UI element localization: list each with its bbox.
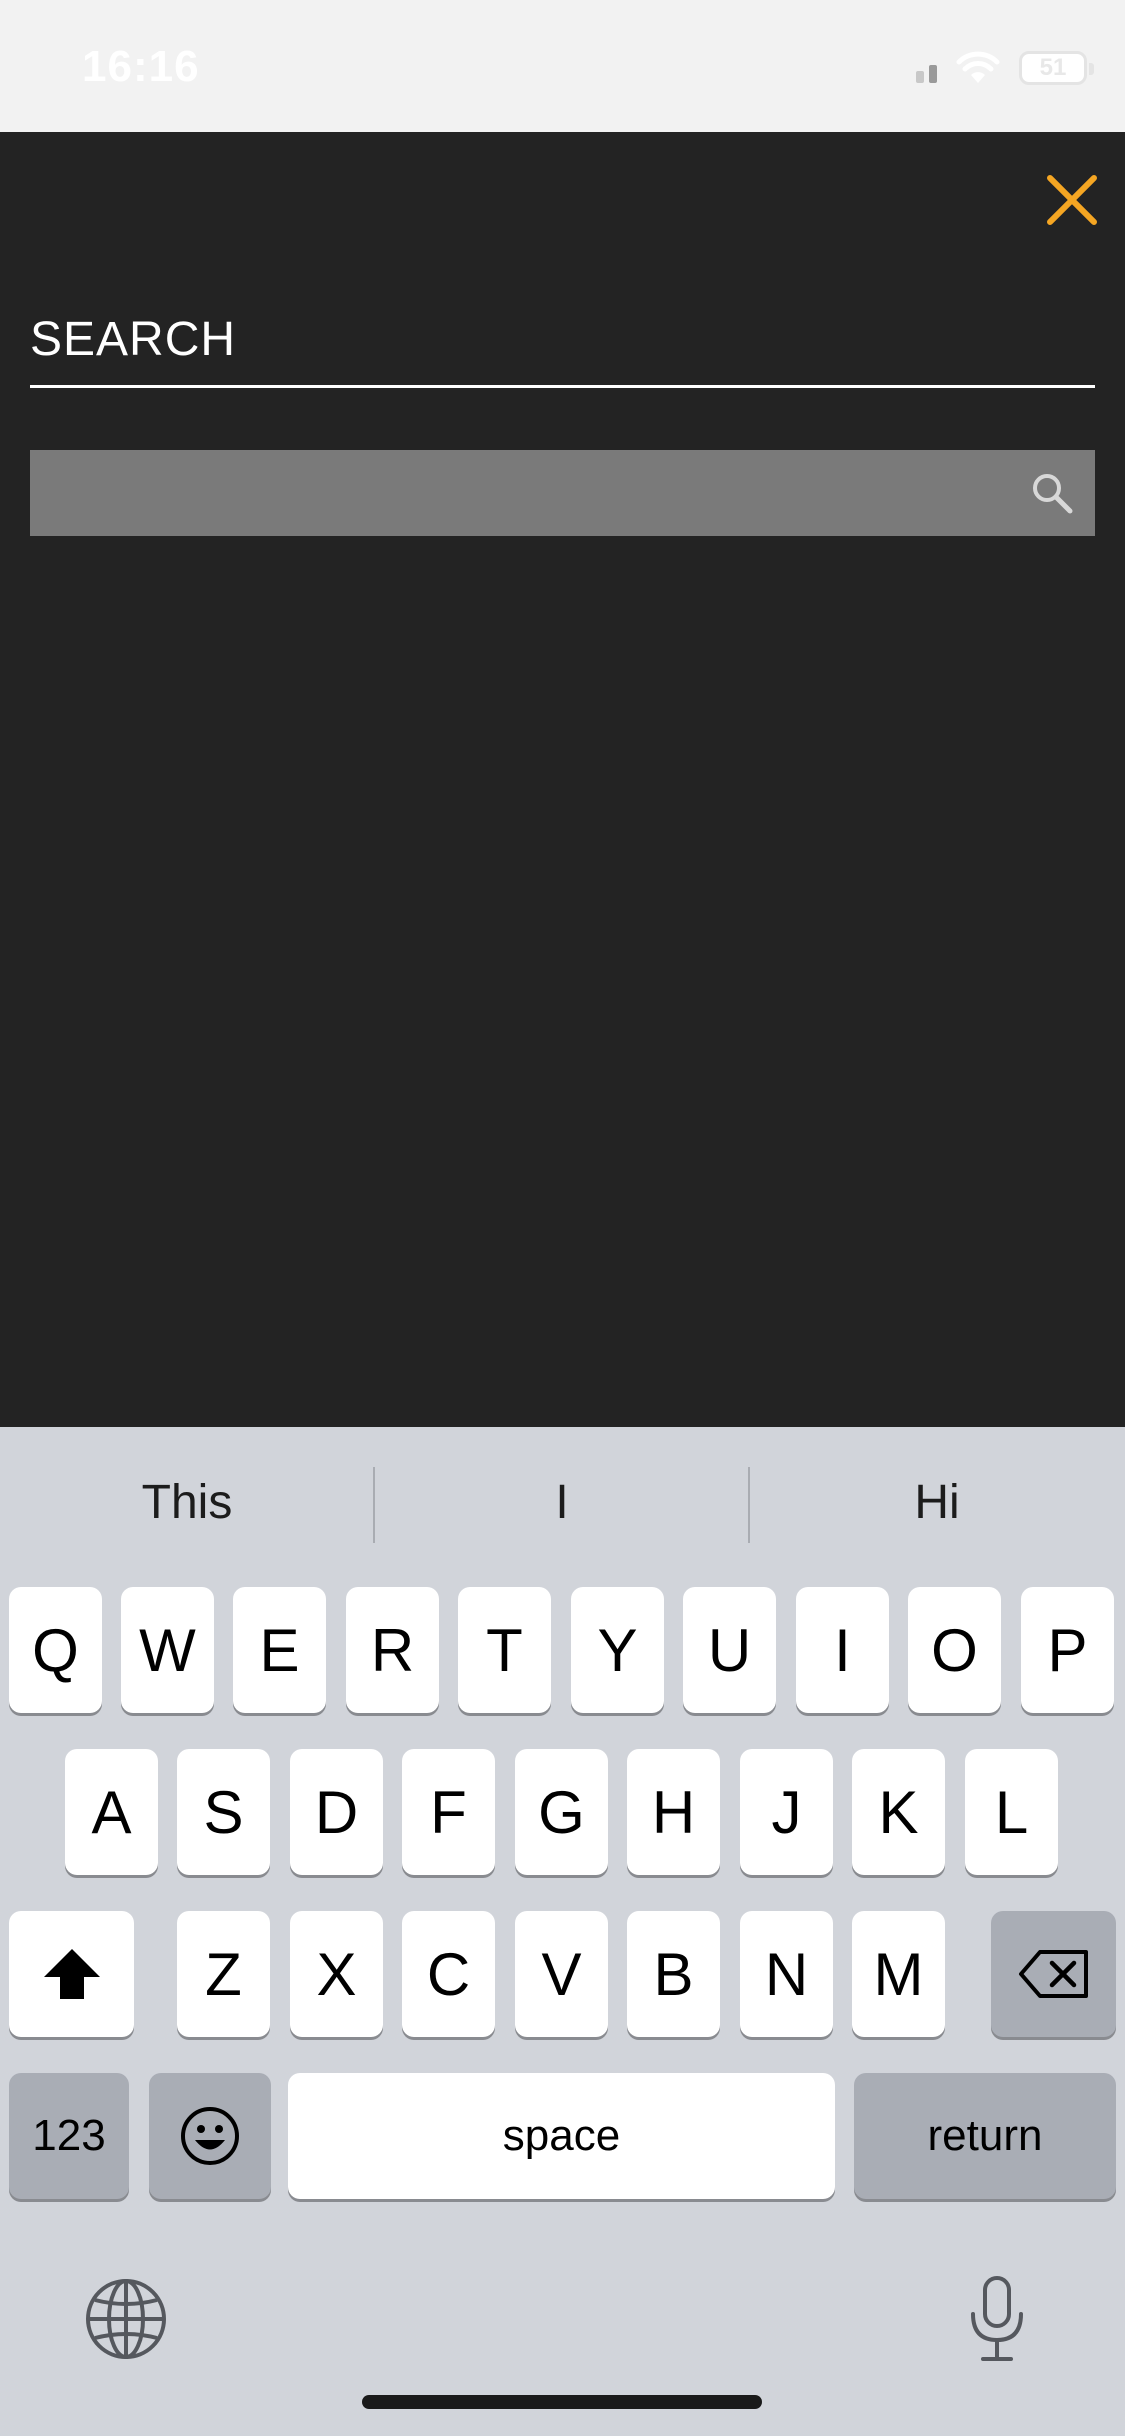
microphone-icon — [971, 2276, 1023, 2361]
suggestion-2[interactable]: I — [375, 1457, 749, 1547]
shift-icon — [43, 1949, 100, 1999]
wifi-icon — [956, 51, 1000, 83]
key-m[interactable]: M — [852, 1911, 945, 2037]
cellular-signal-icon — [916, 53, 937, 83]
key-i[interactable]: I — [796, 1587, 889, 1713]
key-c[interactable]: C — [402, 1911, 495, 2037]
delete-icon — [1018, 1950, 1088, 1998]
key-w[interactable]: W — [121, 1587, 214, 1713]
key-b[interactable]: B — [627, 1911, 720, 2037]
key-f[interactable]: F — [402, 1749, 495, 1875]
predictive-bar: This I Hi — [0, 1427, 1125, 1583]
key-n[interactable]: N — [740, 1911, 833, 2037]
close-button[interactable] — [1040, 168, 1104, 232]
shift-key[interactable] — [9, 1911, 134, 2037]
close-icon — [1047, 175, 1097, 225]
status-icons: 51 — [916, 46, 1094, 90]
key-k[interactable]: K — [852, 1749, 945, 1875]
key-a[interactable]: A — [65, 1749, 158, 1875]
key-r[interactable]: R — [346, 1587, 439, 1713]
title-divider — [30, 385, 1095, 388]
suggestion-3[interactable]: Hi — [750, 1457, 1124, 1547]
key-v[interactable]: V — [515, 1911, 608, 2037]
suggestion-1[interactable]: This — [0, 1457, 374, 1547]
search-input[interactable] — [30, 450, 1010, 536]
key-j[interactable]: J — [740, 1749, 833, 1875]
globe-button[interactable] — [82, 2275, 170, 2363]
return-key[interactable]: return — [854, 2073, 1116, 2199]
delete-key[interactable] — [991, 1911, 1116, 2037]
status-time: 16:16 — [82, 42, 200, 91]
numbers-key[interactable]: 123 — [9, 2073, 129, 2199]
key-g[interactable]: G — [515, 1749, 608, 1875]
search-icon — [1033, 474, 1073, 514]
page-title: SEARCH — [30, 313, 237, 366]
emoji-icon — [181, 2107, 239, 2165]
key-o[interactable]: O — [908, 1587, 1001, 1713]
key-z[interactable]: Z — [177, 1911, 270, 2037]
battery-level: 51 — [1039, 54, 1067, 81]
key-d[interactable]: D — [290, 1749, 383, 1875]
key-s[interactable]: S — [177, 1749, 270, 1875]
key-x[interactable]: X — [290, 1911, 383, 2037]
search-bar — [30, 450, 1095, 536]
globe-icon — [86, 2279, 166, 2359]
space-key[interactable]: space — [288, 2073, 835, 2199]
emoji-key[interactable] — [149, 2073, 271, 2199]
keyboard: This I Hi Q W E R T Y U I O P A S D F G … — [0, 1427, 1125, 2436]
battery-icon: 51 — [1019, 51, 1094, 85]
key-u[interactable]: U — [683, 1587, 776, 1713]
key-p[interactable]: P — [1021, 1587, 1114, 1713]
key-y[interactable]: Y — [571, 1587, 664, 1713]
status-bar: 16:16 51 — [0, 0, 1125, 132]
search-button[interactable] — [1027, 468, 1077, 518]
key-l[interactable]: L — [965, 1749, 1058, 1875]
key-q[interactable]: Q — [9, 1587, 102, 1713]
key-e[interactable]: E — [233, 1587, 326, 1713]
key-t[interactable]: T — [458, 1587, 551, 1713]
key-h[interactable]: H — [627, 1749, 720, 1875]
dictation-button[interactable] — [952, 2269, 1042, 2369]
home-indicator[interactable] — [362, 2395, 762, 2409]
